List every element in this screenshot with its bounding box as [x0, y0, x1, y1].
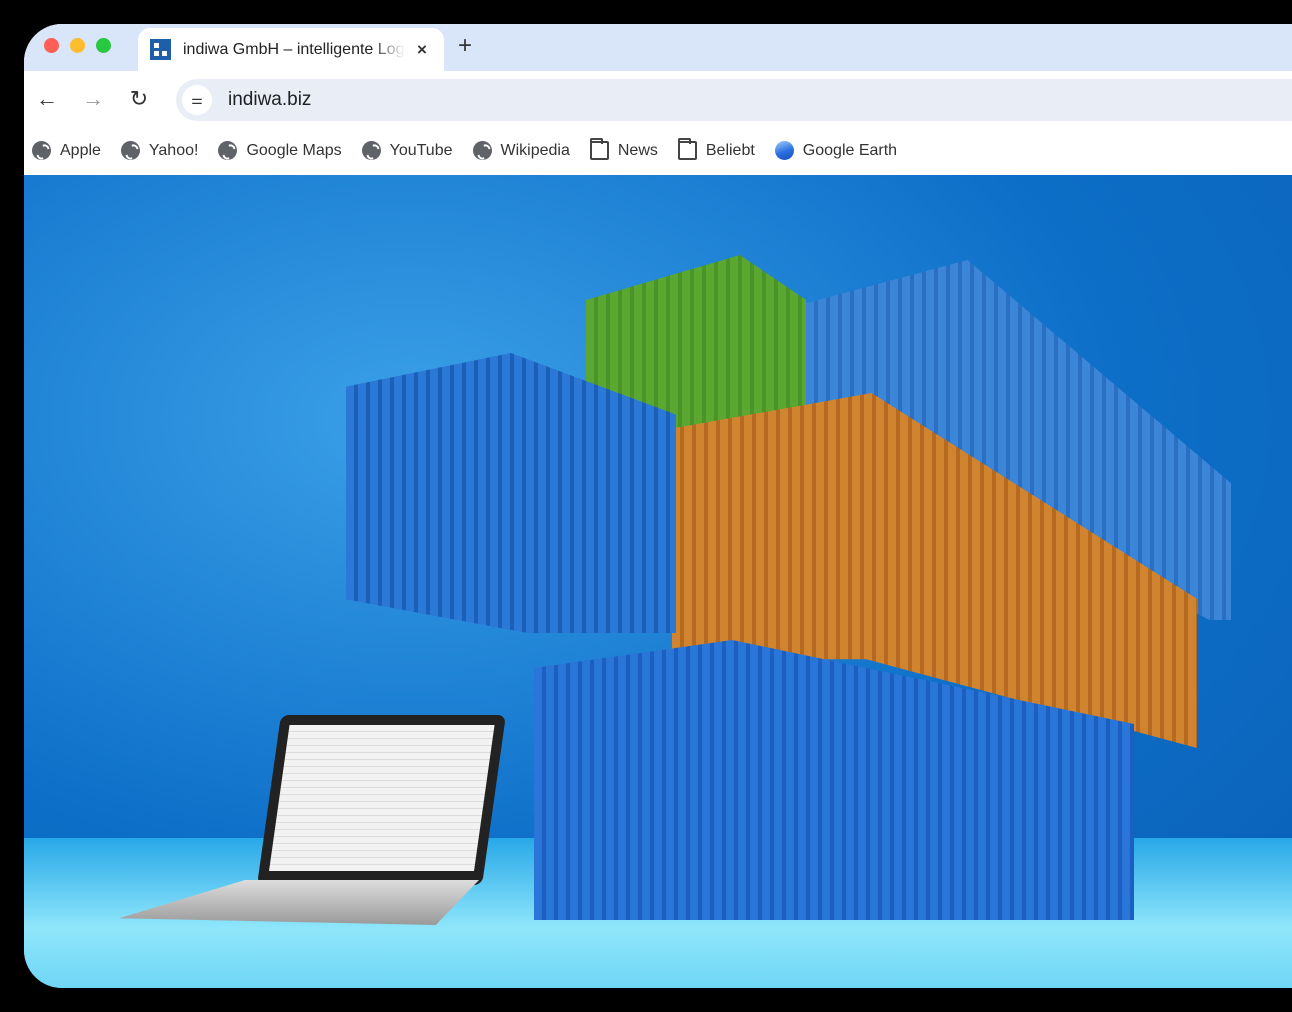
hero-image: [24, 175, 1292, 988]
minimize-window-button[interactable]: [70, 38, 85, 53]
close-window-button[interactable]: [44, 38, 59, 53]
bookmark-google-earth[interactable]: Google Earth: [774, 141, 898, 160]
laptop-screen: [257, 715, 506, 885]
bookmark-label: Apple: [60, 141, 101, 159]
bookmark-label: Yahoo!: [148, 141, 199, 159]
bookmark-label: Google Earth: [802, 141, 898, 159]
address-bar[interactable]: ⚌ indiwa.biz: [176, 79, 1292, 121]
bookmark-apple[interactable]: Apple: [32, 141, 101, 160]
toolbar: ← → ↻ ⚌ indiwa.biz: [24, 71, 1292, 126]
globe-icon: [32, 141, 51, 160]
bookmark-youtube[interactable]: YouTube: [361, 141, 453, 160]
globe-icon: [361, 141, 381, 160]
bookmark-label: Beliebt: [705, 141, 755, 159]
tab-strip: indiwa GmbH – intelligente Logistik × +: [24, 24, 1292, 71]
bookmark-label: Wikipedia: [500, 141, 570, 159]
globe-icon: [218, 141, 238, 160]
tab-active[interactable]: indiwa GmbH – intelligente Logistik ×: [138, 28, 444, 71]
reload-button[interactable]: ↻: [116, 86, 162, 112]
tune-icon[interactable]: ⚌: [182, 85, 212, 115]
browser-window: indiwa GmbH – intelligente Logistik × + …: [24, 24, 1292, 988]
folder-icon: [677, 138, 697, 160]
bookmarks-bar: Apple Yahoo! Google Maps YouTube Wikiped…: [24, 126, 1292, 175]
bookmark-folder-news[interactable]: News: [589, 138, 658, 160]
back-button[interactable]: ←: [24, 86, 70, 112]
tab-title: indiwa GmbH – intelligente Logistik: [183, 40, 405, 58]
bookmark-label: News: [617, 141, 658, 159]
forward-button[interactable]: →: [70, 86, 116, 112]
bookmark-label: YouTube: [389, 141, 453, 159]
google-earth-icon: [774, 141, 794, 160]
bookmark-yahoo[interactable]: Yahoo!: [120, 141, 199, 160]
folder-icon: [589, 138, 609, 160]
globe-icon: [472, 141, 492, 160]
new-tab-button[interactable]: +: [458, 32, 472, 60]
bookmark-folder-beliebt[interactable]: Beliebt: [677, 138, 755, 160]
globe-icon: [120, 141, 140, 160]
bookmark-label: Google Maps: [246, 141, 342, 159]
indiwa-logo-icon: [150, 39, 171, 60]
close-tab-icon[interactable]: ×: [417, 40, 427, 60]
url-text[interactable]: indiwa.biz: [228, 89, 311, 111]
bookmark-google-maps[interactable]: Google Maps: [218, 141, 342, 160]
maximize-window-button[interactable]: [96, 38, 111, 53]
window-controls: [44, 38, 111, 53]
bookmark-wikipedia[interactable]: Wikipedia: [472, 141, 570, 160]
